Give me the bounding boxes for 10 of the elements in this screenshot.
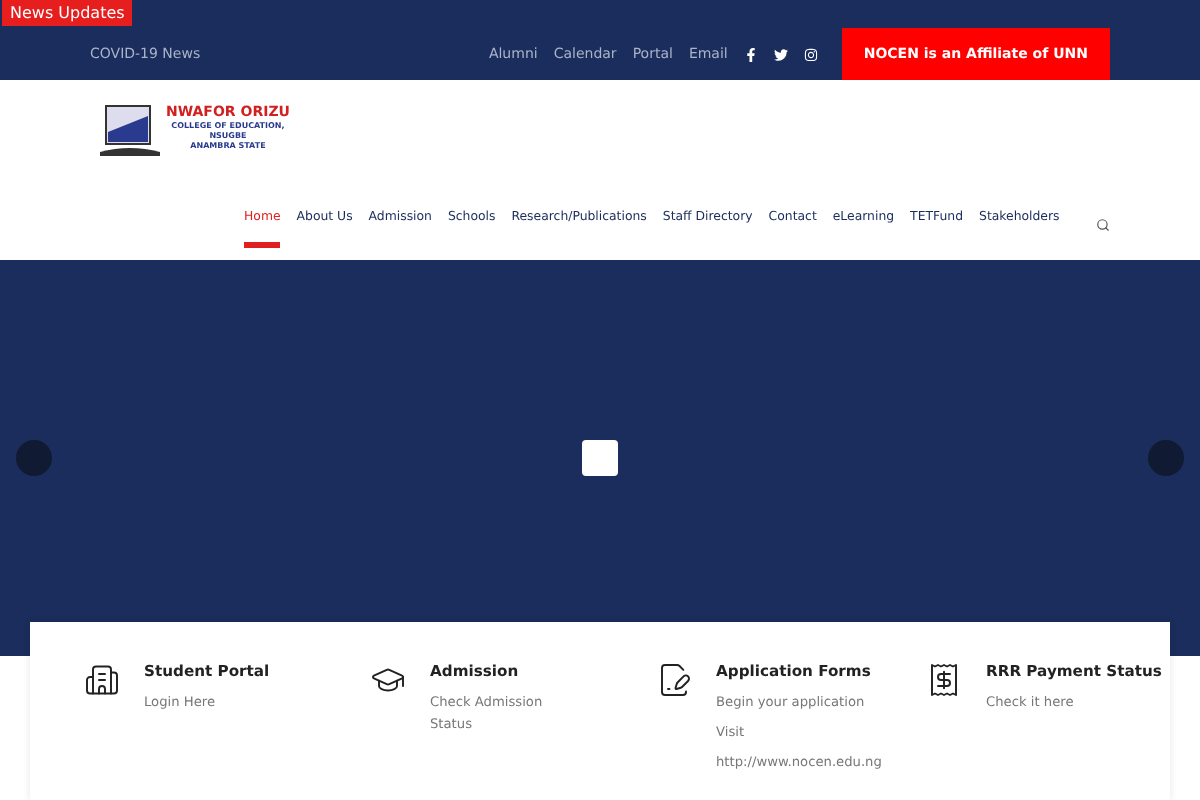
loading-indicator — [582, 440, 618, 476]
facebook-icon[interactable] — [743, 47, 758, 61]
twitter-icon[interactable] — [773, 47, 788, 61]
building-icon — [84, 662, 120, 698]
payment-icon — [926, 662, 962, 698]
search-icon[interactable] — [1095, 218, 1110, 232]
instagram-icon[interactable] — [803, 47, 818, 61]
news-updates-badge: News Updates — [2, 0, 133, 26]
crest-icon — [100, 104, 160, 158]
form-icon — [656, 662, 692, 698]
